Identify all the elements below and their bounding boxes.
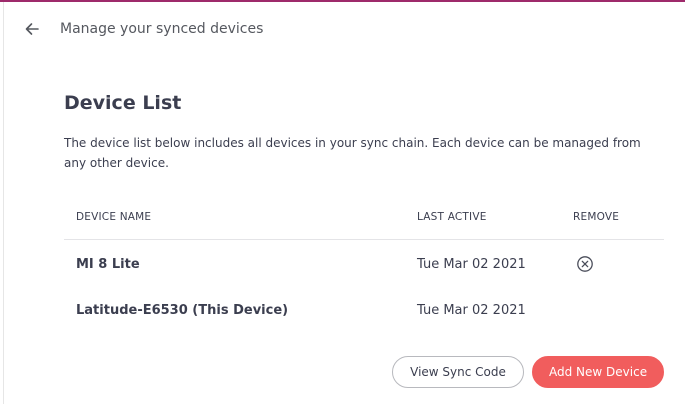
table-header: DEVICE NAME LAST ACTIVE REMOVE: [64, 202, 664, 240]
table-row: MI 8 Lite Tue Mar 02 2021: [64, 240, 664, 286]
device-list-section: Device List The device list below includ…: [64, 90, 664, 173]
device-name: MI 8 Lite: [76, 257, 140, 272]
device-last-active: Tue Mar 02 2021: [417, 257, 526, 272]
page-title: Manage your synced devices: [60, 21, 264, 37]
action-buttons: View Sync Code Add New Device: [392, 356, 664, 388]
device-table: DEVICE NAME LAST ACTIVE REMOVE MI 8 Lite…: [64, 202, 664, 332]
section-heading: Device List: [64, 92, 182, 114]
remove-device-button[interactable]: [576, 255, 594, 273]
arrow-left-icon: [25, 23, 39, 35]
page-header: Manage your synced devices: [0, 2, 685, 58]
section-description: The device list below includes all devic…: [64, 136, 641, 170]
back-button[interactable]: [20, 17, 44, 41]
add-new-device-button[interactable]: Add New Device: [532, 356, 664, 388]
device-last-active: Tue Mar 02 2021: [417, 303, 526, 318]
remove-circle-x-icon: [577, 256, 593, 272]
device-name: Latitude-E6530 (This Device): [76, 303, 289, 318]
column-header-last-active: LAST ACTIVE: [417, 211, 487, 223]
sync-settings-page: Manage your synced devices Device List T…: [0, 0, 685, 404]
column-header-remove: REMOVE: [573, 211, 620, 223]
view-sync-code-button[interactable]: View Sync Code: [392, 356, 524, 388]
table-row: Latitude-E6530 (This Device) Tue Mar 02 …: [64, 286, 664, 332]
left-divider: [3, 2, 4, 404]
column-header-device-name: DEVICE NAME: [76, 211, 152, 223]
